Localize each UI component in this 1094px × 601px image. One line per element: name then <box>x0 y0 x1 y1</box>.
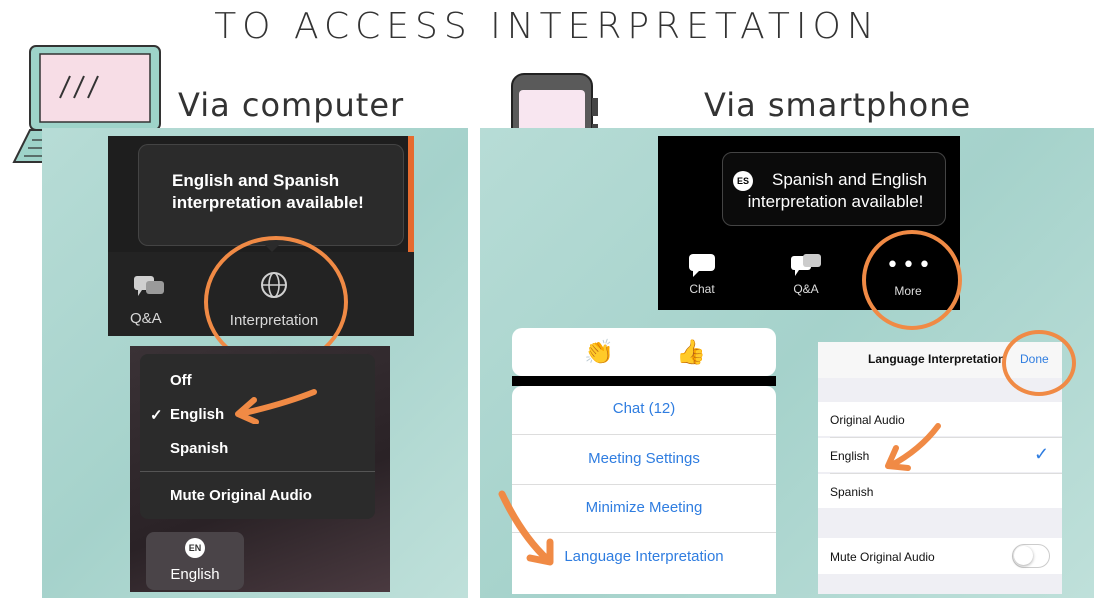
mute-original-audio-row: Mute Original Audio <box>818 538 1062 574</box>
check-icon: ✓ <box>150 407 163 424</box>
qa-icon <box>791 254 821 276</box>
sheet-gap <box>512 376 776 386</box>
menu-item-english[interactable]: English <box>170 406 224 423</box>
arrow-icon <box>885 423 941 471</box>
interpretation-tooltip: English and Spanish interpretation avail… <box>138 144 404 246</box>
option-label: English <box>830 449 870 463</box>
language-badge-label: English <box>170 566 220 583</box>
qa-icon <box>134 276 164 296</box>
menu-item-meeting-settings[interactable]: Meeting Settings <box>512 450 776 467</box>
clap-reaction[interactable]: 👏 <box>584 338 614 366</box>
computer-heading: Via computer <box>178 86 405 124</box>
phone-qa-button[interactable]: Q&A <box>786 252 826 296</box>
chat-button[interactable]: Chat <box>682 252 722 296</box>
option-spanish[interactable]: Spanish <box>818 474 1062 508</box>
menu-divider <box>140 471 375 472</box>
option-label: Spanish <box>830 485 874 499</box>
menu-item-off[interactable]: Off <box>170 372 192 389</box>
panel-title: Language Interpretation <box>868 352 1006 366</box>
menu-item-chat[interactable]: Chat (12) <box>512 400 776 417</box>
qa-button[interactable]: Q&A <box>130 272 166 327</box>
thumbs-up-reaction[interactable]: 👍 <box>676 338 706 366</box>
divider <box>512 434 776 435</box>
phone-tooltip-text: Spanish and English interpretation avail… <box>747 170 927 211</box>
arrow-icon <box>235 389 317 424</box>
language-code-badge: EN <box>185 538 205 558</box>
smartphone-heading: Via smartphone <box>704 86 972 124</box>
mute-label: Mute Original Audio <box>830 550 935 564</box>
arrow-icon <box>498 490 554 566</box>
phone-qa-label: Q&A <box>793 282 819 296</box>
chat-label: Chat <box>689 282 715 296</box>
tooltip-text: English and Spanish interpretation avail… <box>172 171 364 212</box>
qa-label: Q&A <box>130 310 162 327</box>
language-menu: Off ✓ English Spanish Mute Original Audi… <box>140 354 375 519</box>
language-badge-button[interactable]: EN English <box>146 532 244 590</box>
chat-icon <box>689 254 715 277</box>
more-highlight-circle <box>862 230 962 330</box>
menu-item-mute-original-audio[interactable]: Mute Original Audio <box>170 487 312 504</box>
check-icon: ✓ <box>1034 444 1050 464</box>
phone-interpretation-tooltip: ES Spanish and English interpretation av… <box>722 152 946 226</box>
toggle-knob <box>1014 546 1033 565</box>
done-highlight-circle <box>1002 330 1076 396</box>
reactions-bar: 👏 👍 <box>512 328 776 376</box>
menu-item-spanish[interactable]: Spanish <box>170 440 228 457</box>
mute-toggle[interactable] <box>1012 544 1050 568</box>
divider <box>512 484 776 485</box>
